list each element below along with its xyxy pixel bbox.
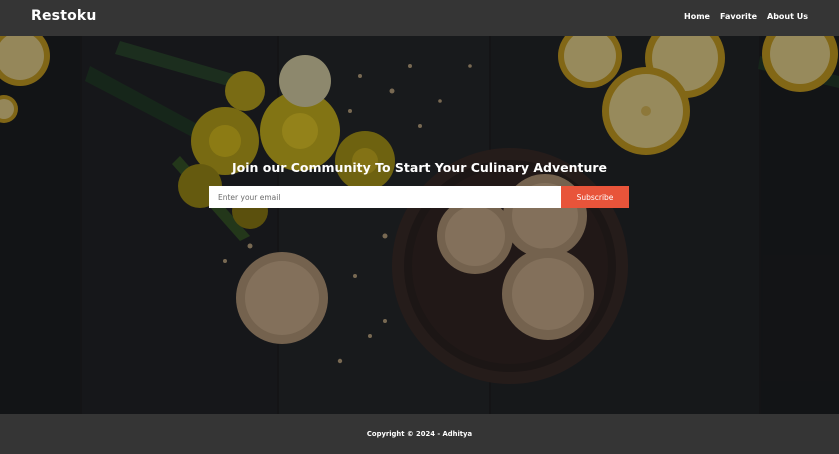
hero-section: Join our Community To Start Your Culinar…: [0, 36, 839, 414]
hero-title: Join our Community To Start Your Culinar…: [231, 160, 608, 175]
nav-link-about-us[interactable]: About Us: [767, 11, 808, 23]
main-nav: Home Favorite About Us: [684, 11, 808, 23]
nav-link-favorite[interactable]: Favorite: [720, 11, 757, 23]
copyright-text: Copyright © 2024 - Adhitya: [366, 430, 473, 438]
subscribe-button[interactable]: Subscribe: [561, 186, 629, 208]
footer: Copyright © 2024 - Adhitya: [0, 414, 839, 454]
hero-dark-overlay: [0, 36, 839, 414]
nav-link-home[interactable]: Home: [684, 11, 710, 23]
top-navbar: Restoku Home Favorite About Us: [0, 0, 839, 36]
email-input[interactable]: [209, 186, 561, 208]
brand-logo[interactable]: Restoku: [31, 8, 97, 24]
subscribe-form: Subscribe: [209, 186, 629, 208]
